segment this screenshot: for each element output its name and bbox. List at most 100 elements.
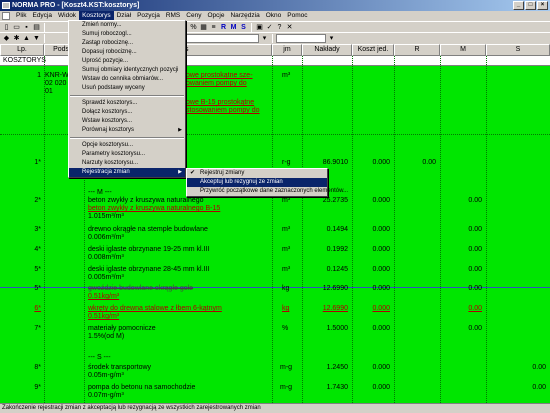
col-s[interactable]: S xyxy=(486,44,550,56)
minimize-button[interactable]: _ xyxy=(513,1,524,10)
menu-edycja[interactable]: Edycja xyxy=(29,11,55,21)
window-title: NORMA PRO - [Koszt4.KST:kosztorys] xyxy=(12,2,140,9)
col-naklady[interactable]: Nakłady xyxy=(302,44,352,56)
grid-icon[interactable]: ▦ xyxy=(199,23,208,32)
row-m: 0.00 xyxy=(468,266,482,273)
row-podstawa-2: 02 020 xyxy=(45,80,67,87)
close-button[interactable]: × xyxy=(537,1,548,10)
row-opis-b: owaniem pompy do xyxy=(186,80,247,87)
row-opis-2: 0.07m-g/m³ xyxy=(88,392,124,399)
row-koszt: 0.000 xyxy=(372,159,390,166)
insert-icon[interactable]: ▲ xyxy=(22,34,31,43)
print-icon[interactable]: ▤ xyxy=(32,23,41,32)
row-koszt: 0.000 xyxy=(372,246,390,253)
menu-item-przywroc[interactable]: Przywróć początkowe dane zaznaczonych el… xyxy=(187,187,348,196)
row-lp: 5* xyxy=(34,285,41,292)
star-icon[interactable]: ✱ xyxy=(12,34,21,43)
checkmark-icon: ✔ xyxy=(190,170,196,176)
menu-item-dopasuj-robocizne[interactable]: Dopasuj robociznę... xyxy=(69,48,185,57)
row-m: 0.00 xyxy=(468,246,482,253)
menu-item-porownaj[interactable]: Porównaj kosztorys ▶ xyxy=(69,126,185,135)
menu-item-opcje[interactable]: Opcje kosztorysu... xyxy=(69,141,185,150)
arrow-icon[interactable]: ◆ xyxy=(2,34,11,43)
flag-icon[interactable]: ▼ xyxy=(32,34,41,43)
row-koszt: 0.000 xyxy=(372,285,390,292)
r-icon[interactable]: R xyxy=(219,23,228,32)
new-icon[interactable]: ▯ xyxy=(2,23,11,32)
help-icon[interactable]: ? xyxy=(275,23,284,32)
menu-item-sumuj-obmiary[interactable]: Sumuj obmiary identycznych pozycji xyxy=(69,66,185,75)
percent-icon[interactable]: % xyxy=(189,23,198,32)
row-naklady: 0.1992 xyxy=(326,246,348,253)
maximize-button[interactable]: □ xyxy=(525,1,536,10)
menu-item-rejestracja-zmian[interactable]: Rejestracja zmian ▶ xyxy=(69,168,185,177)
row-jm: m³ xyxy=(282,197,291,204)
menu-okno[interactable]: Okno xyxy=(263,11,285,21)
row-opis-2: 0.008m³/m³ xyxy=(88,254,124,261)
row-jm: % xyxy=(282,325,289,332)
menu-item-zastap-robocizne[interactable]: Zastąp robociznę... xyxy=(69,39,185,48)
exit-icon[interactable]: ✕ xyxy=(285,23,294,32)
chevron-down-icon[interactable]: ▾ xyxy=(260,34,269,43)
menu-item-wstaw-do-cennika[interactable]: Wstaw do cennika obmiarów... xyxy=(69,75,185,84)
font-combo[interactable] xyxy=(179,33,259,43)
row-jm: m³ xyxy=(282,226,291,233)
menu-plik[interactable]: Plik xyxy=(13,11,29,21)
align-icon[interactable]: ≡ xyxy=(209,23,218,32)
menu-item-dolacz[interactable]: Dołącz kosztorys... xyxy=(69,108,185,117)
check-icon[interactable]: ✓ xyxy=(265,23,274,32)
menu-pomoc[interactable]: Pomoc xyxy=(284,11,310,21)
menu-item-rejestruj-zmiany[interactable]: ✔ Rejestruj zmiany xyxy=(187,169,327,178)
row-opis-2: 0.005m³/m³ xyxy=(88,274,124,281)
chevron-down-icon-2[interactable]: ▾ xyxy=(327,34,336,43)
row-opis: deski iglaste obrzynane 19-25 mm kl.III xyxy=(88,246,210,253)
calc-icon[interactable]: ▣ xyxy=(255,23,264,32)
row-koszt: 0.000 xyxy=(372,226,390,233)
menu-item-parametry[interactable]: Parametry kosztorysu... xyxy=(69,150,185,159)
row-koszt: 0.000 xyxy=(372,325,390,332)
menu-narzedzia[interactable]: Narzędzia xyxy=(227,11,262,21)
document-icon[interactable] xyxy=(2,12,10,20)
menu-item-narzuty[interactable]: Narzuty kosztorysu... xyxy=(69,159,185,168)
save-icon[interactable]: ▪ xyxy=(22,23,31,32)
col-jm[interactable]: jm xyxy=(272,44,302,56)
col-koszt[interactable]: Koszt jed. xyxy=(352,44,394,56)
menu-item-akceptuj[interactable]: Akceptuj lub rezygnuj ze zmian xyxy=(187,178,327,187)
row-naklady: 1.5000 xyxy=(326,325,348,332)
m-icon[interactable]: M xyxy=(229,23,238,32)
kosztorys-menu: Zmień normy... Sumuj roboczogl... Zastąp… xyxy=(68,20,186,178)
row-opis-2: 0.05m-g/m³ xyxy=(88,372,124,379)
row-opis: beton zwykły z kruszywa naturalnego xyxy=(88,197,204,204)
row-opis: materiały pomocnicze xyxy=(88,325,156,332)
col-r[interactable]: R xyxy=(394,44,440,56)
menu-item-sprawdz[interactable]: Sprawdź kosztorys... xyxy=(69,99,185,108)
open-icon[interactable]: ▭ xyxy=(12,23,21,32)
row-lp: 4* xyxy=(34,246,41,253)
menu-item-uprosc-pozycje[interactable]: Uprość pozycje... xyxy=(69,57,185,66)
row-opis-2: 1.5%(od M) xyxy=(88,333,125,340)
col-lp[interactable]: Lp. xyxy=(0,44,44,56)
menu-item-zmien-normy[interactable]: Zmień normy... xyxy=(69,21,185,30)
row-naklady: 1.7430 xyxy=(326,384,348,391)
menu-opcje[interactable]: Opcje xyxy=(204,11,227,21)
row-naklady: 0.1494 xyxy=(326,226,348,233)
s-icon[interactable]: S xyxy=(239,23,248,32)
row-opis-2: 0.51kg/m³ xyxy=(88,313,120,320)
row-opis: środek transportowy xyxy=(88,364,152,371)
row-lp: 9* xyxy=(34,384,41,391)
row-r: 0.00 xyxy=(422,159,436,166)
app-icon xyxy=(2,2,10,9)
section-m: --- M --- xyxy=(88,189,112,196)
menu-item-sumuj-robocizne[interactable]: Sumuj roboczogl... xyxy=(69,30,185,39)
col-m[interactable]: M xyxy=(440,44,486,56)
row-jm: m³ xyxy=(282,72,291,79)
style-combo[interactable] xyxy=(276,33,326,43)
row-naklady: 0.1245 xyxy=(326,266,348,273)
row-lp: 2* xyxy=(34,197,41,204)
menu-item-usun-podstawy[interactable]: Usuń podstawy wyceny xyxy=(69,84,185,93)
menu-item-wstaw-kosztorys[interactable]: Wstaw kosztorys... xyxy=(69,117,185,126)
menu-ceny[interactable]: Ceny xyxy=(183,11,204,21)
row-m: 0.00 xyxy=(468,325,482,332)
row-m: 0.00 xyxy=(468,197,482,204)
row-opis-d: stosowaniem pompy do xyxy=(186,107,260,114)
